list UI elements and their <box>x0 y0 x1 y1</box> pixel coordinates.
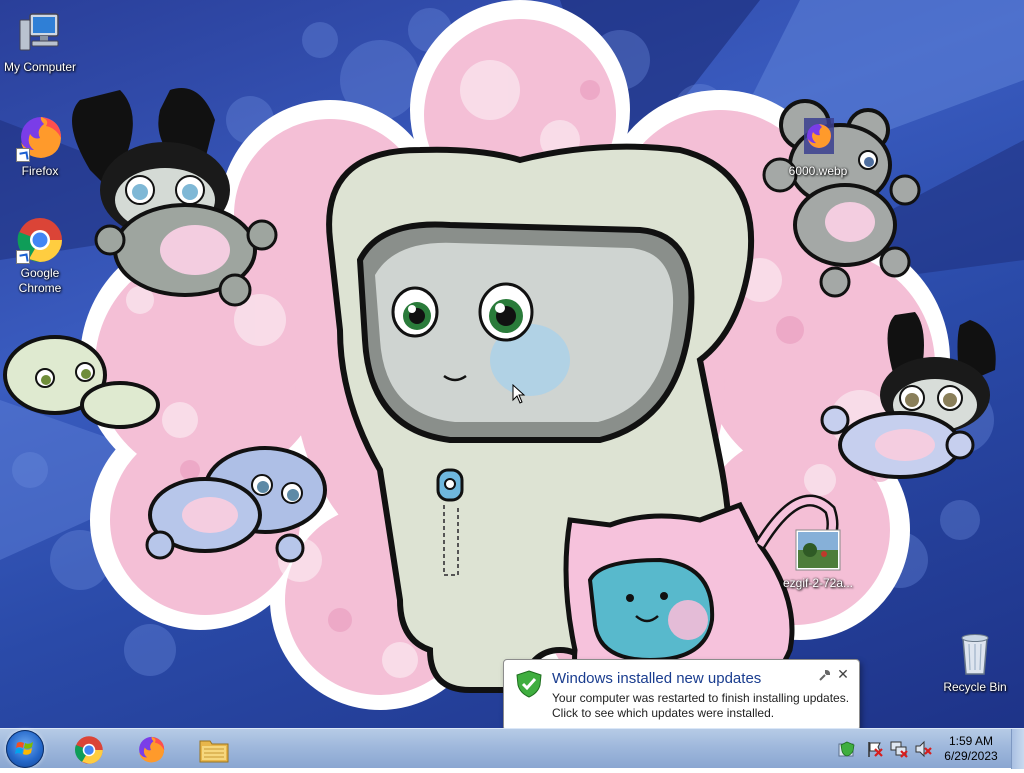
chrome-icon <box>75 736 103 764</box>
desktop-icon-my-computer[interactable]: My Computer <box>0 10 80 75</box>
desktop-icon-label: ezgif-2-72a... <box>782 576 854 590</box>
windows-logo-icon <box>15 742 33 755</box>
computer-icon <box>16 10 64 58</box>
action-center-flag-icon[interactable] <box>866 740 884 758</box>
desktop-icon-label: Firefox <box>21 164 59 178</box>
network-icon[interactable] <box>890 740 908 758</box>
notification-title: Windows installed new updates <box>552 670 762 687</box>
close-icon[interactable]: ✕ <box>835 666 851 682</box>
chrome-icon <box>16 216 64 264</box>
desktop-icon-firefox[interactable]: Firefox <box>0 114 80 179</box>
volume-muted-icon[interactable] <box>914 740 932 758</box>
recycle-bin-icon <box>951 630 999 678</box>
desktop-wallpaper <box>0 0 1024 728</box>
desktop-icon-label: My Computer <box>3 60 77 74</box>
notification-line: Your computer was restarted to finish in… <box>552 691 850 705</box>
wallpaper-art <box>0 0 1024 720</box>
system-clock[interactable]: 1:59 AM 6/29/2023 <box>936 734 1006 764</box>
clock-date: 6/29/2023 <box>944 749 998 763</box>
shortcut-arrow-icon <box>16 250 30 264</box>
desktop-icon-label: Google Chrome <box>18 266 62 295</box>
desktop-icon-6000-webp[interactable]: 6000.webp <box>778 114 858 179</box>
windows-update-icon[interactable] <box>838 740 856 758</box>
clock-time: 1:59 AM <box>948 734 994 748</box>
taskbar: 1:59 AM 6/29/2023 <box>0 728 1024 769</box>
file-explorer-icon <box>199 740 229 763</box>
firefox-icon <box>16 114 64 162</box>
desktop-icon-label: Recycle Bin <box>943 680 1007 694</box>
options-wrench-icon[interactable] <box>817 669 831 683</box>
show-desktop-button[interactable] <box>1011 729 1024 769</box>
taskbar-chrome-button[interactable] <box>62 731 114 767</box>
desktop-icon-ezgif[interactable]: ezgif-2-72a... <box>778 526 858 591</box>
image-thumbnail-icon <box>794 526 842 574</box>
desktop-icon-recycle-bin[interactable]: Recycle Bin <box>935 630 1015 695</box>
taskbar-firefox-button[interactable] <box>124 731 176 767</box>
desktop-icon-google-chrome[interactable]: Google Chrome <box>0 216 80 296</box>
mouse-cursor-icon <box>512 384 526 404</box>
notification-line: Click to see which updates were installe… <box>552 706 775 720</box>
start-button[interactable] <box>6 730 44 768</box>
notification-message: Your computer was restarted to finish in… <box>552 691 849 721</box>
taskbar-file-explorer-button[interactable] <box>186 731 238 767</box>
desktop-icon-label: 6000.webp <box>788 164 848 178</box>
firefox-file-icon <box>794 114 842 162</box>
shortcut-arrow-icon <box>16 148 30 162</box>
security-shield-check-icon <box>516 670 542 698</box>
update-notification-balloon[interactable]: Windows installed new updates Your compu… <box>503 659 860 731</box>
firefox-icon <box>139 736 165 763</box>
